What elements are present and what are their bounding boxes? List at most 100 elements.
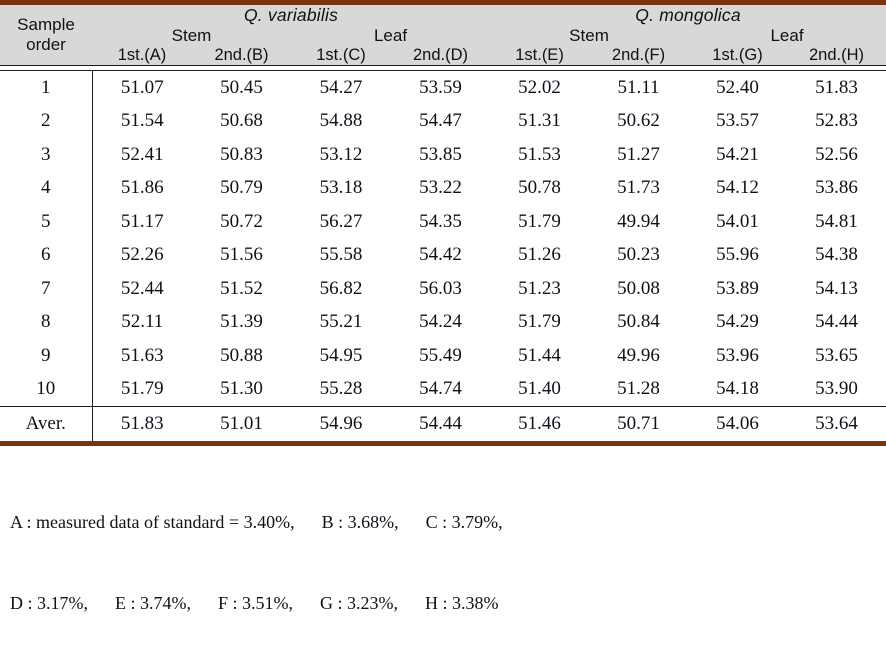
data-cell: 51.26 [490,238,590,272]
header-col-d: 2nd.(D) [391,46,491,66]
data-cell: 52.44 [92,272,192,306]
data-cell: 50.79 [192,171,291,205]
data-cell: 51.40 [490,372,590,407]
data-cell: 54.29 [688,305,788,339]
data-cell: 54.01 [688,205,788,239]
row-order-cell: 3 [0,138,93,172]
header-col-c: 1st.(C) [291,46,391,66]
corner-header-line1: Sample [17,14,75,34]
data-cell: 54.13 [787,272,886,306]
header-col-g: 1st.(G) [688,46,788,66]
data-cell: 53.12 [291,138,391,172]
data-cell: 52.56 [787,138,886,172]
footnote-line-2: D : 3.17%, E : 3.74%, F : 3.51%, G : 3.2… [10,593,499,613]
data-cell: 51.56 [192,238,291,272]
data-cell: 52.11 [92,305,192,339]
row-order-cell: 2 [0,104,93,138]
data-cell: 53.57 [688,104,788,138]
data-cell: 53.89 [688,272,788,306]
data-cell: 51.63 [92,339,192,373]
table-row-average: Aver. 51.83 51.01 54.96 54.44 51.46 50.71 54.06… [0,406,886,441]
footnote: A : measured data of standard = 3.40%, B… [0,446,886,671]
data-cell: 54.42 [391,238,491,272]
average-cell: 54.44 [391,406,491,441]
data-cell: 50.62 [589,104,689,138]
data-cell: 53.18 [291,171,391,205]
data-cell: 50.84 [589,305,689,339]
header-organ-mongolica-stem: Stem [490,26,689,46]
data-cell: 51.07 [92,70,192,105]
data-cell: 49.96 [589,339,689,373]
data-cell: 53.59 [391,70,491,105]
row-order-cell: 6 [0,238,93,272]
measurement-table: Sample order Q. variabilis Q. mongolica S… [0,5,886,441]
table-row: 1 51.07 50.45 54.27 53.59 52.02 51.11 52.40 51.8… [0,70,886,105]
header-col-e: 1st.(E) [490,46,590,66]
row-order-cell: 9 [0,339,93,373]
data-cell: 54.35 [391,205,491,239]
header-species-mongolica: Q. mongolica [490,5,886,26]
header-col-b: 2nd.(B) [192,46,291,66]
data-cell: 56.27 [291,205,391,239]
data-cell: 50.45 [192,70,291,105]
data-cell: 55.21 [291,305,391,339]
table-row: 5 51.17 50.72 56.27 54.35 51.79 49.94 54.01 54.8… [0,205,886,239]
data-cell: 52.26 [92,238,192,272]
table-row: 3 52.41 50.83 53.12 53.85 51.53 51.27 54.21 52.5… [0,138,886,172]
data-cell: 52.41 [92,138,192,172]
data-cell: 51.54 [92,104,192,138]
data-cell: 50.68 [192,104,291,138]
header-organ-mongolica-leaf: Leaf [688,26,886,46]
row-order-cell: 4 [0,171,93,205]
data-cell: 56.82 [291,272,391,306]
table-row: 6 52.26 51.56 55.58 54.42 51.26 50.23 55.96 54.3… [0,238,886,272]
data-cell: 54.18 [688,372,788,407]
data-cell: 51.52 [192,272,291,306]
data-cell: 51.83 [787,70,886,105]
data-cell: 51.73 [589,171,689,205]
table-row: 7 52.44 51.52 56.82 56.03 51.23 50.08 53.89 54.1… [0,272,886,306]
data-cell: 51.28 [589,372,689,407]
data-cell: 54.21 [688,138,788,172]
data-cell: 55.49 [391,339,491,373]
data-cell: 51.44 [490,339,590,373]
data-cell: 54.81 [787,205,886,239]
row-order-cell: 1 [0,70,93,105]
header-col-h: 2nd.(H) [787,46,886,66]
data-cell: 50.08 [589,272,689,306]
data-cell: 53.96 [688,339,788,373]
average-cell: 51.46 [490,406,590,441]
corner-header-sample-order: Sample order [0,5,92,66]
table-row: 10 51.79 51.30 55.28 54.74 51.40 51.28 54.18 53.… [0,372,886,407]
data-cell: 53.86 [787,171,886,205]
average-cell: 54.06 [688,406,788,441]
table-row: 8 52.11 51.39 55.21 54.24 51.79 50.84 54.29 54.4… [0,305,886,339]
data-cell: 53.85 [391,138,491,172]
data-cell: 51.31 [490,104,590,138]
row-order-cell: 7 [0,272,93,306]
data-cell: 50.23 [589,238,689,272]
data-cell: 51.79 [490,205,590,239]
data-cell: 54.12 [688,171,788,205]
data-cell: 51.30 [192,372,291,407]
average-cell: 54.96 [291,406,391,441]
data-cell: 51.86 [92,171,192,205]
data-cell: 50.72 [192,205,291,239]
table-body: 1 51.07 50.45 54.27 53.59 52.02 51.11 52.40 51.8… [0,70,886,441]
data-cell: 51.11 [589,70,689,105]
data-cell: 51.17 [92,205,192,239]
data-cell: 52.02 [490,70,590,105]
table-row: 9 51.63 50.88 54.95 55.49 51.44 49.96 53.96 53.6… [0,339,886,373]
header-row-organ: Stem Leaf Stem Leaf [0,26,886,46]
data-cell: 55.28 [291,372,391,407]
average-cell: 51.01 [192,406,291,441]
data-cell: 55.58 [291,238,391,272]
data-cell: 50.88 [192,339,291,373]
data-cell: 51.27 [589,138,689,172]
footnote-line-1: A : measured data of standard = 3.40%, B… [10,512,503,532]
data-cell: 51.39 [192,305,291,339]
row-order-cell: 8 [0,305,93,339]
data-cell: 53.65 [787,339,886,373]
data-cell: 53.90 [787,372,886,407]
average-label-cell: Aver. [0,406,93,441]
